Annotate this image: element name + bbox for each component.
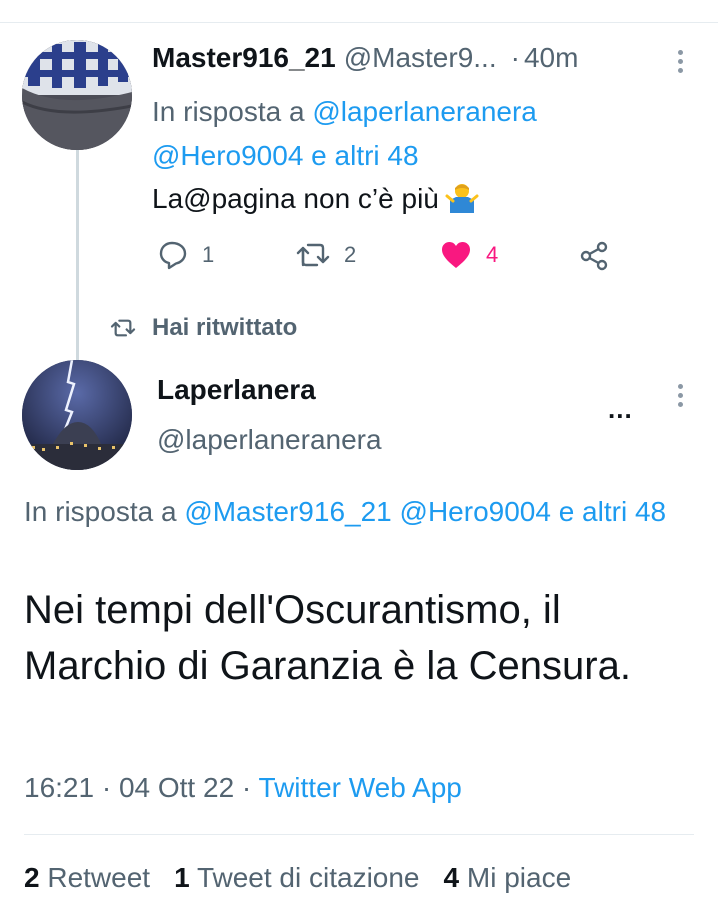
heart-icon <box>442 242 470 268</box>
likes-stat[interactable]: 4 Mi piace <box>444 862 572 894</box>
reply-action-bar: 1 2 4 <box>152 240 622 280</box>
reply-in-reply-to: In risposta a @laperlaneranera @Hero9004… <box>152 90 682 178</box>
more-options-icon[interactable] <box>676 384 684 407</box>
reply-button[interactable]: 1 <box>158 240 214 270</box>
retweet-button[interactable]: 2 <box>296 240 356 270</box>
share-icon <box>580 241 608 271</box>
reply-display-name[interactable]: Master916_21 <box>152 42 336 73</box>
quotes-stat[interactable]: 1 Tweet di citazione <box>174 862 419 894</box>
avatar-image <box>22 360 132 470</box>
retweets-count: 2 <box>24 862 40 893</box>
more-options-icon[interactable] <box>676 50 684 73</box>
reply-header: Master916_21 @Master9... · 40m <box>152 42 578 74</box>
main-in-reply-to: In risposta a @Master916_21 @Hero9004 e … <box>24 490 684 534</box>
retweeted-label: Hai ritwittato <box>152 314 298 341</box>
reply-text: La@pagina non c’è più <box>152 180 479 221</box>
reply-text-body: La@pagina non c’è più <box>152 182 439 214</box>
likes-count: 4 <box>443 862 460 893</box>
top-divider <box>0 22 718 23</box>
mention-link[interactable]: @Master916_21 @Hero9004 e altri 48 <box>184 496 666 527</box>
like-button[interactable]: 4 <box>440 240 498 270</box>
reply-time[interactable]: 40m <box>524 42 578 73</box>
tweet-source-link[interactable]: Twitter Web App <box>259 772 462 803</box>
avatar-image <box>22 40 132 150</box>
mention-link[interactable]: @laperlaneranera <box>312 96 537 127</box>
quotes-label: Tweet di citazione <box>196 862 420 893</box>
more-horizontal-icon[interactable]: ... <box>608 394 633 425</box>
in-reply-prefix: In risposta a <box>24 496 177 527</box>
share-button[interactable] <box>578 240 610 272</box>
avatar[interactable] <box>22 40 132 150</box>
tweet-metadata: 16:21 · 04 Ott 22 · Twitter Web App <box>24 772 462 804</box>
thread-connector-line <box>76 150 79 360</box>
mention-link[interactable]: @Hero9004 e altri 48 <box>152 140 419 171</box>
like-count: 4 <box>486 242 499 267</box>
man-shrugging-icon <box>445 180 479 221</box>
likes-label: Mi piace <box>466 862 572 893</box>
retweet-icon <box>110 319 136 337</box>
author-display-name[interactable]: Laperlanera <box>157 374 316 406</box>
tweet-timestamp[interactable]: 16:21 · 04 Ott 22 · <box>24 772 259 803</box>
retweets-label: Retweet <box>47 862 151 893</box>
tweet-text: Nei tempi dell'Oscurantismo, il Marchio … <box>24 588 631 688</box>
retweet-icon <box>296 243 330 267</box>
retweets-stat[interactable]: 2 Retweet <box>24 862 150 894</box>
speech-bubble-icon <box>159 241 187 270</box>
quotes-count: 1 <box>174 862 190 893</box>
author-handle[interactable]: @laperlaneranera <box>157 424 382 456</box>
retweeted-banner: Hai ritwittato <box>110 314 297 342</box>
reply-handle[interactable]: @Master9... <box>344 42 497 73</box>
separator-dot: · <box>510 42 520 73</box>
stats-divider <box>24 834 694 835</box>
reply-count: 1 <box>202 242 215 267</box>
retweet-count: 2 <box>344 242 357 267</box>
in-reply-prefix: In risposta a <box>152 96 305 127</box>
engagement-stats: 2 Retweet 1 Tweet di citazione 4 Mi piac… <box>24 862 571 894</box>
avatar[interactable] <box>22 360 132 470</box>
